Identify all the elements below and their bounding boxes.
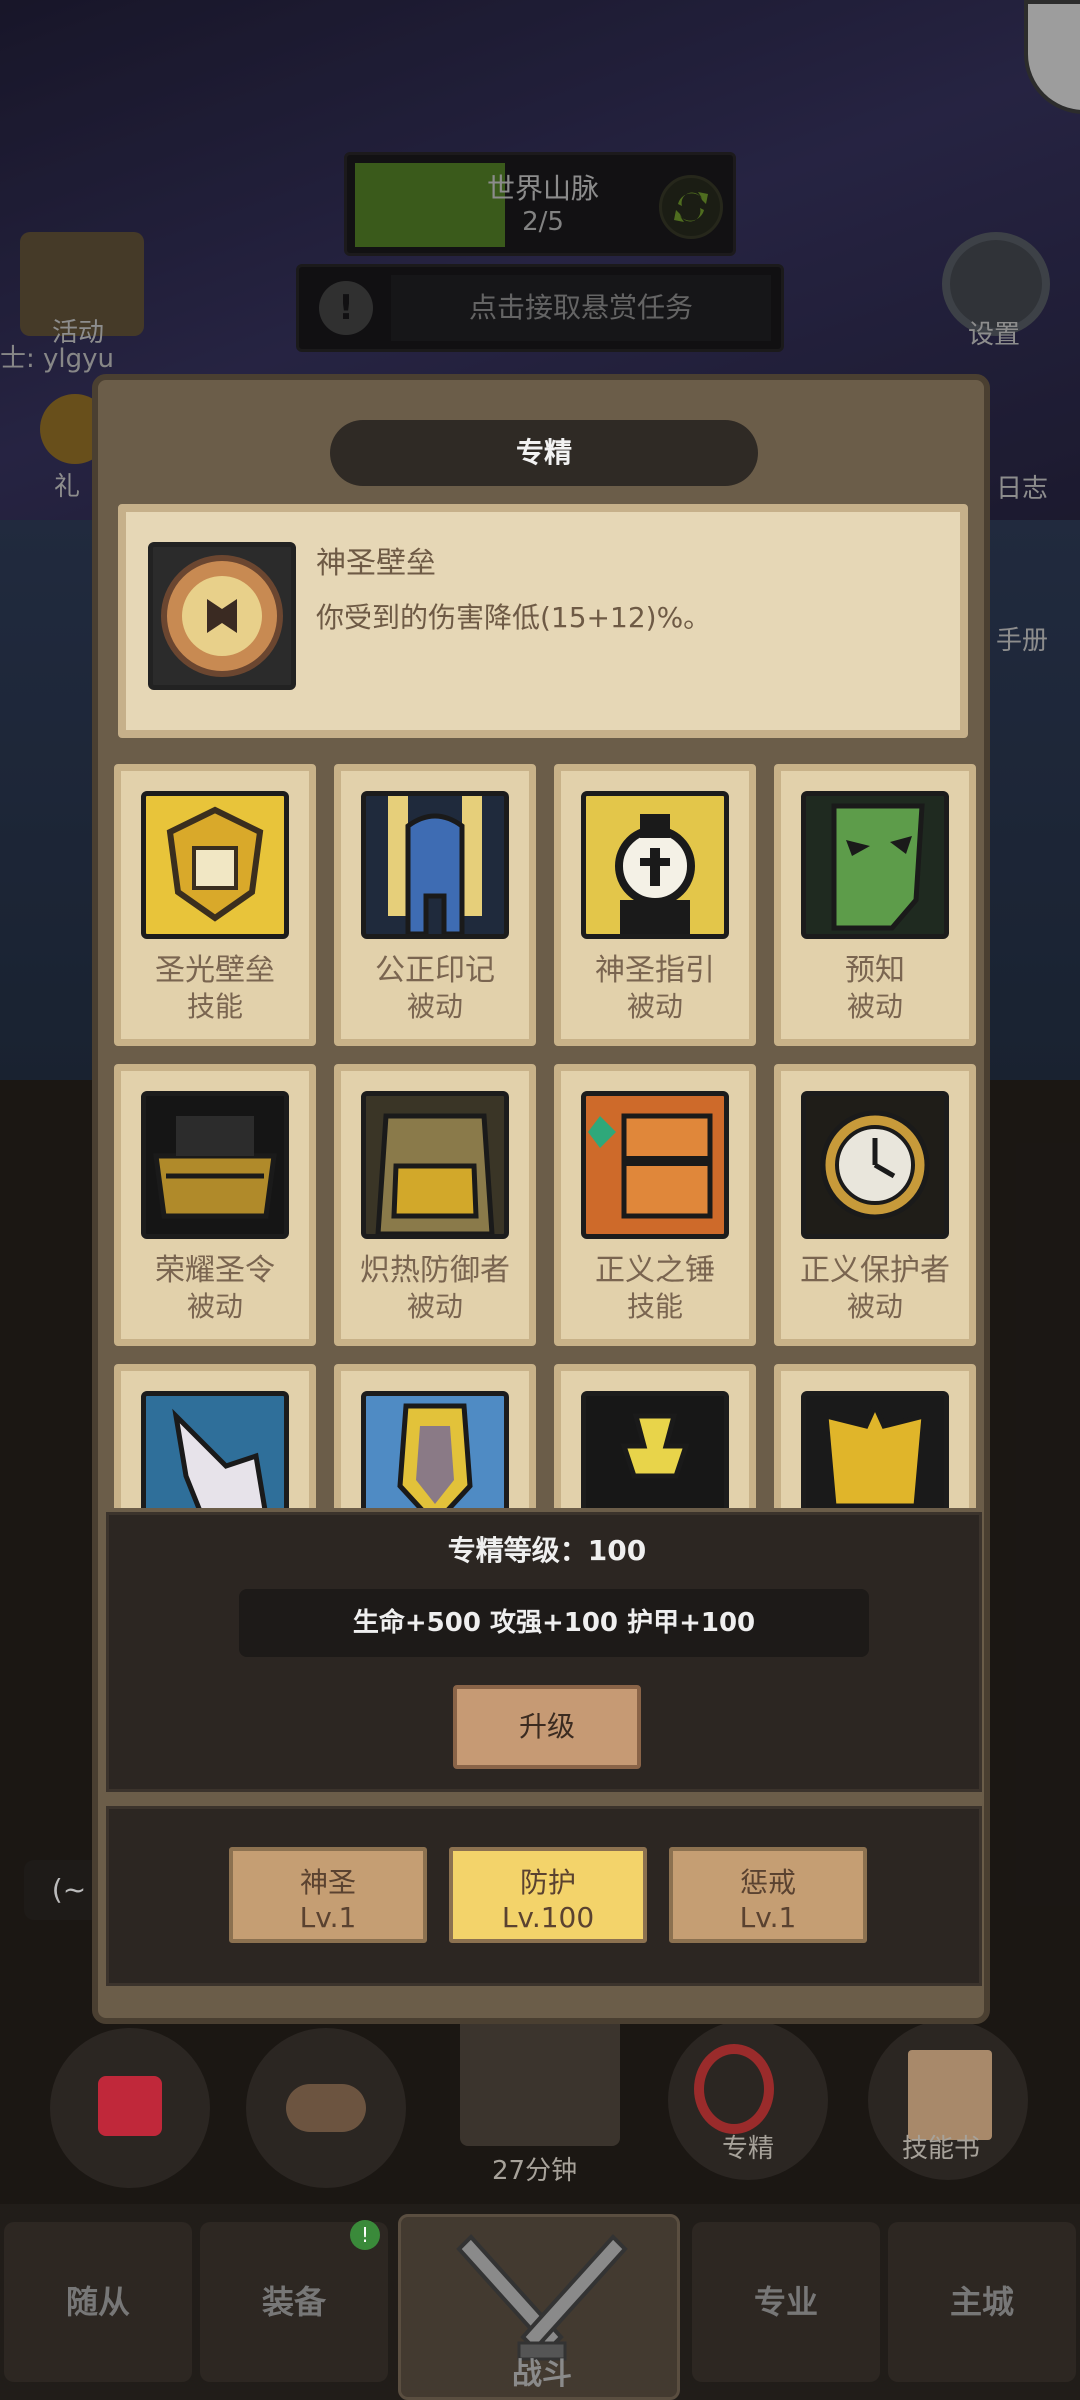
skill-book-label: 技能书 bbox=[902, 2134, 981, 2164]
clock-icon bbox=[801, 1091, 949, 1239]
hammer-icon bbox=[581, 1091, 729, 1239]
tab-holy[interactable]: 神圣 Lv.1 bbox=[229, 1847, 427, 1943]
specialization-level: 专精等级：100 bbox=[447, 1534, 647, 1567]
tab-protection-name: 防护 bbox=[519, 1866, 576, 1899]
skill-card-holy-light-bulwark[interactable]: 圣光壁垒 技能 bbox=[114, 764, 316, 1046]
skill-card-glory-decree[interactable]: 荣耀圣令 被动 bbox=[114, 1064, 316, 1346]
crown-icon bbox=[141, 1091, 289, 1239]
skill-card-row3-3[interactable] bbox=[554, 1364, 756, 1508]
treasure-chest-icon[interactable] bbox=[460, 2016, 620, 2146]
skill-name: 炽热防御者 bbox=[360, 1253, 510, 1288]
holy-figure-icon bbox=[581, 791, 729, 939]
potion-button[interactable] bbox=[50, 2028, 210, 2188]
skill-card-hammer-of-justice[interactable]: 正义之锤 技能 bbox=[554, 1064, 756, 1346]
skill-type: 被动 bbox=[846, 1290, 903, 1323]
specialization-level-panel: 专精等级：100 生命+500 攻强+100 护甲+100 升级 bbox=[106, 1512, 982, 1792]
specialization-stats: 生命+500 攻强+100 护甲+100 bbox=[239, 1589, 869, 1657]
skill-name: 正义保护者 bbox=[800, 1253, 950, 1288]
nav-main-city[interactable]: 主城 bbox=[888, 2222, 1076, 2382]
pointing-hand-icon bbox=[141, 1391, 289, 1508]
skill-card-blazing-defender[interactable]: 炽热防御者 被动 bbox=[334, 1064, 536, 1346]
skill-type: 被动 bbox=[846, 990, 903, 1023]
skill-card-row3-2[interactable] bbox=[334, 1364, 536, 1508]
tab-retribution-level: Lv.1 bbox=[739, 1901, 797, 1934]
skill-name: 荣耀圣令 bbox=[155, 1253, 275, 1288]
dialog-title: 专精 bbox=[330, 420, 758, 486]
skill-type: 技能 bbox=[626, 1290, 683, 1323]
skill-card-foresight[interactable]: 预知 被动 bbox=[774, 764, 976, 1046]
mask-icon bbox=[801, 791, 949, 939]
specialization-label: 专精 bbox=[722, 2134, 775, 2164]
potion-icon bbox=[98, 2076, 162, 2136]
tab-retribution[interactable]: 惩戒 Lv.1 bbox=[669, 1847, 867, 1943]
selected-skill-description: 你受到的伤害降低(15+12)%。 bbox=[316, 601, 712, 634]
skill-card-row3-4[interactable] bbox=[774, 1364, 976, 1508]
nav-profession[interactable]: 专业 bbox=[692, 2222, 880, 2382]
skill-name: 公正印记 bbox=[375, 953, 495, 988]
nav-battle-label: 战斗 bbox=[512, 2357, 572, 2392]
holy-bulwark-icon bbox=[148, 542, 296, 690]
skill-card-justice-mark[interactable]: 公正印记 被动 bbox=[334, 764, 536, 1046]
selected-skill-card: 神圣壁垒 你受到的伤害降低(15+12)%。 bbox=[118, 504, 968, 738]
skill-name: 正义之锤 bbox=[595, 1253, 715, 1288]
shield-icon bbox=[141, 791, 289, 939]
skill-grid: 圣光壁垒 技能 公正印记 被动 神圣指引 被动 预知 被动 荣耀圣令 被动 炽热… bbox=[114, 764, 976, 1508]
radiant-pillar-icon bbox=[581, 1391, 729, 1508]
game-screen: 世界山脉 2/5 ! 点击接取悬赏任务 活动 士: ylgyu 礼 设置 日志 … bbox=[0, 0, 1080, 2400]
tab-holy-name: 神圣 bbox=[299, 1866, 356, 1899]
skill-type: 技能 bbox=[186, 990, 243, 1023]
tab-protection-level: Lv.100 bbox=[501, 1901, 595, 1934]
tab-protection[interactable]: 防护 Lv.100 bbox=[449, 1847, 647, 1943]
holy-shield-icon bbox=[361, 1391, 509, 1508]
upgrade-button[interactable]: 升级 bbox=[453, 1685, 641, 1769]
skill-card-holy-guidance[interactable]: 神圣指引 被动 bbox=[554, 764, 756, 1046]
skill-type: 被动 bbox=[406, 1290, 463, 1323]
helmet-icon bbox=[361, 791, 509, 939]
skill-type: 被动 bbox=[626, 990, 683, 1023]
chest-timer: 27分钟 bbox=[492, 2156, 578, 2186]
nav-followers[interactable]: 随从 bbox=[4, 2222, 192, 2382]
nav-battle[interactable]: 战斗 bbox=[398, 2214, 680, 2400]
skill-name: 圣光壁垒 bbox=[155, 953, 275, 988]
bread-icon bbox=[286, 2084, 366, 2132]
skill-type: 被动 bbox=[186, 1290, 243, 1323]
armored-knight-icon bbox=[361, 1091, 509, 1239]
golden-armor-icon bbox=[801, 1391, 949, 1508]
skill-name: 预知 bbox=[845, 953, 905, 988]
skill-card-row3-1[interactable] bbox=[114, 1364, 316, 1508]
tab-retribution-name: 惩戒 bbox=[739, 1866, 796, 1899]
skill-type: 被动 bbox=[406, 990, 463, 1023]
tab-holy-level: Lv.1 bbox=[299, 1901, 357, 1934]
skill-name: 神圣指引 bbox=[595, 953, 715, 988]
bread-button[interactable] bbox=[246, 2028, 406, 2188]
specialization-dialog: 专精 神圣壁垒 你受到的伤害降低(15+12)%。 圣光壁垒 技能 公正印记 被… bbox=[92, 374, 990, 2024]
book-icon bbox=[908, 2050, 992, 2140]
specialization-tabs: 神圣 Lv.1 防护 Lv.100 惩戒 Lv.1 bbox=[106, 1806, 982, 1986]
target-icon bbox=[694, 2044, 774, 2134]
skill-card-justice-protector[interactable]: 正义保护者 被动 bbox=[774, 1064, 976, 1346]
selected-skill-name: 神圣壁垒 bbox=[316, 546, 436, 581]
equipment-notification-badge: ! bbox=[350, 2220, 380, 2250]
